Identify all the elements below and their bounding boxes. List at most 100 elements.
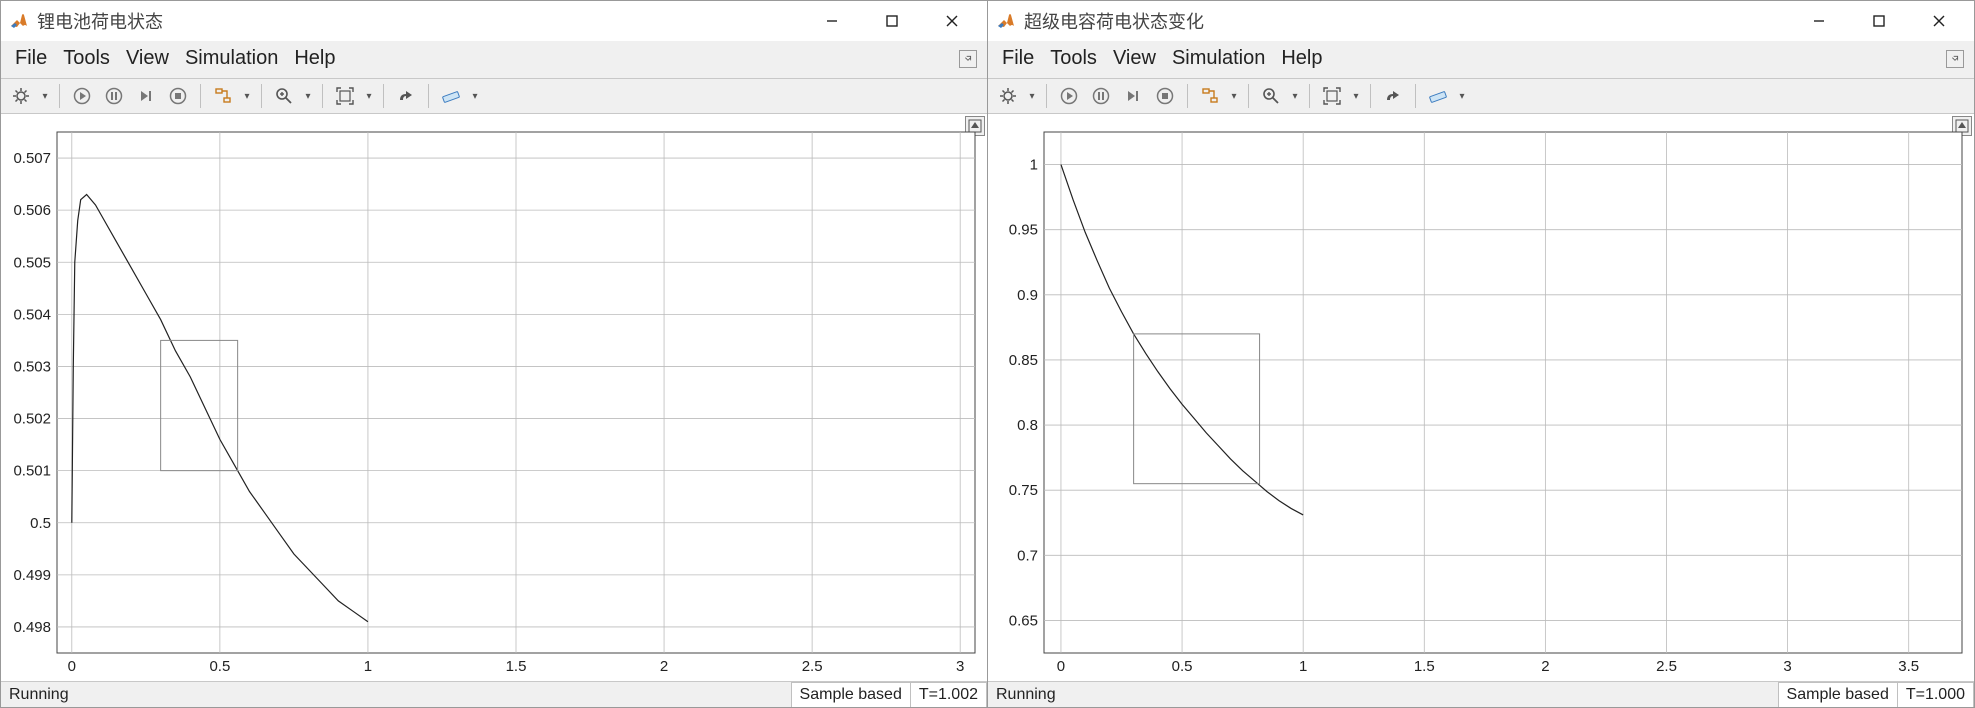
dropdown-icon[interactable]: ▾ <box>1289 91 1301 102</box>
toolbar: ▾ ▾ ▾ ▾ ▾ <box>988 78 1974 114</box>
svg-text:1.5: 1.5 <box>1414 658 1435 675</box>
line-chart[interactable]: 0 0.5 1 1.5 2 2.5 3 3.5 0.65 0.7 0.75 0.8 0.85 0.9 0.9… <box>988 114 1974 681</box>
window-title: 锂电池荷电状态 <box>37 8 803 34</box>
dropdown-icon[interactable]: ▾ <box>363 91 375 102</box>
svg-text:0: 0 <box>1057 658 1065 675</box>
svg-text:1: 1 <box>1030 157 1038 174</box>
status-sample: Sample based <box>1779 682 1898 707</box>
svg-text:0.505: 0.505 <box>13 254 51 271</box>
svg-text:2.5: 2.5 <box>1656 658 1677 675</box>
highlight-icon[interactable] <box>1196 82 1224 110</box>
status-time: T=1.002 <box>911 682 987 707</box>
matlab-icon <box>9 11 29 31</box>
zoom-icon[interactable] <box>1257 82 1285 110</box>
dropdown-icon[interactable]: ▾ <box>39 91 51 102</box>
dropdown-icon[interactable]: ▾ <box>1228 91 1240 102</box>
float-icon[interactable] <box>392 82 420 110</box>
float-icon[interactable] <box>1379 82 1407 110</box>
line-chart[interactable]: 00.511.522.530.4980.4990.50.5010.5020.50… <box>1 114 987 681</box>
plot-area: 00.511.522.530.4980.4990.50.5010.5020.50… <box>1 114 987 681</box>
svg-text:0.75: 0.75 <box>1009 482 1038 499</box>
matlab-icon <box>996 11 1016 31</box>
run-icon[interactable] <box>1055 82 1083 110</box>
maximize-button[interactable] <box>863 3 921 39</box>
minimize-button[interactable] <box>1790 3 1848 39</box>
pause-icon[interactable] <box>1087 82 1115 110</box>
svg-text:1.5: 1.5 <box>506 658 527 675</box>
window-title: 超级电容荷电状态变化 <box>1024 8 1790 34</box>
menu-help[interactable]: Help <box>290 47 339 70</box>
menu-view[interactable]: View <box>122 47 173 70</box>
stop-icon[interactable] <box>164 82 192 110</box>
scope-window-supercap: 超级电容荷电状态变化 File Tools View Simulation He… <box>987 0 1975 708</box>
step-icon[interactable] <box>1119 82 1147 110</box>
scope-window-battery: 锂电池荷电状态 File Tools View Simulation Help … <box>0 0 987 708</box>
svg-text:0.65: 0.65 <box>1009 612 1038 629</box>
menu-simulation[interactable]: Simulation <box>1168 47 1269 70</box>
menubar-extra-button[interactable] <box>959 50 977 68</box>
stop-icon[interactable] <box>1151 82 1179 110</box>
titlebar: 超级电容荷电状态变化 <box>988 1 1974 41</box>
highlight-icon[interactable] <box>209 82 237 110</box>
svg-text:3: 3 <box>1783 658 1791 675</box>
svg-text:3.5: 3.5 <box>1898 658 1919 675</box>
toolbar: ▾ ▾ ▾ ▾ ▾ <box>1 78 987 114</box>
svg-text:0.5: 0.5 <box>1172 658 1193 675</box>
menu-tools[interactable]: Tools <box>59 47 114 70</box>
svg-text:2: 2 <box>1541 658 1549 675</box>
dropdown-icon[interactable]: ▾ <box>302 91 314 102</box>
statusbar: Running Sample based T=1.002 <box>1 681 987 707</box>
statusbar: Running Sample based T=1.000 <box>988 681 1974 707</box>
svg-text:0.9: 0.9 <box>1017 287 1038 304</box>
svg-text:0.5: 0.5 <box>30 515 51 532</box>
svg-text:0.507: 0.507 <box>13 150 51 167</box>
svg-text:0.95: 0.95 <box>1009 222 1038 239</box>
gear-icon[interactable] <box>994 82 1022 110</box>
menu-help[interactable]: Help <box>1277 47 1326 70</box>
svg-text:0.504: 0.504 <box>13 306 51 323</box>
gear-icon[interactable] <box>7 82 35 110</box>
status-state: Running <box>988 682 1779 707</box>
svg-text:1: 1 <box>1299 658 1307 675</box>
dropdown-icon[interactable]: ▾ <box>469 91 481 102</box>
fit-icon[interactable] <box>331 82 359 110</box>
minimize-button[interactable] <box>803 3 861 39</box>
svg-text:1: 1 <box>364 658 372 675</box>
menu-tools[interactable]: Tools <box>1046 47 1101 70</box>
dropdown-icon[interactable]: ▾ <box>241 91 253 102</box>
svg-text:0.5: 0.5 <box>209 658 230 675</box>
menubar-extra-button[interactable] <box>1946 50 1964 68</box>
status-state: Running <box>1 682 792 707</box>
pause-icon[interactable] <box>100 82 128 110</box>
svg-text:0.498: 0.498 <box>13 619 51 636</box>
close-button[interactable] <box>923 3 981 39</box>
svg-text:0.7: 0.7 <box>1017 547 1038 564</box>
svg-text:0.499: 0.499 <box>13 567 51 584</box>
status-time: T=1.000 <box>1898 682 1974 707</box>
menubar: File Tools View Simulation Help <box>988 41 1974 78</box>
svg-text:0.502: 0.502 <box>13 411 51 428</box>
menu-view[interactable]: View <box>1109 47 1160 70</box>
svg-text:0.85: 0.85 <box>1009 352 1038 369</box>
maximize-button[interactable] <box>1850 3 1908 39</box>
dropdown-icon[interactable]: ▾ <box>1456 91 1468 102</box>
svg-text:0.501: 0.501 <box>13 463 51 480</box>
svg-text:0.506: 0.506 <box>13 202 51 219</box>
svg-text:3: 3 <box>956 658 964 675</box>
dropdown-icon[interactable]: ▾ <box>1350 91 1362 102</box>
menu-file[interactable]: File <box>998 47 1038 70</box>
zoom-icon[interactable] <box>270 82 298 110</box>
fit-icon[interactable] <box>1318 82 1346 110</box>
step-icon[interactable] <box>132 82 160 110</box>
plot-area: 0 0.5 1 1.5 2 2.5 3 3.5 0.65 0.7 0.75 0.8 0.85 0.9 0.9… <box>988 114 1974 681</box>
ruler-icon[interactable] <box>437 82 465 110</box>
svg-text:0.503: 0.503 <box>13 358 51 375</box>
svg-text:0: 0 <box>68 658 76 675</box>
svg-text:0.8: 0.8 <box>1017 417 1038 434</box>
close-button[interactable] <box>1910 3 1968 39</box>
ruler-icon[interactable] <box>1424 82 1452 110</box>
run-icon[interactable] <box>68 82 96 110</box>
menu-file[interactable]: File <box>11 47 51 70</box>
dropdown-icon[interactable]: ▾ <box>1026 91 1038 102</box>
menu-simulation[interactable]: Simulation <box>181 47 282 70</box>
